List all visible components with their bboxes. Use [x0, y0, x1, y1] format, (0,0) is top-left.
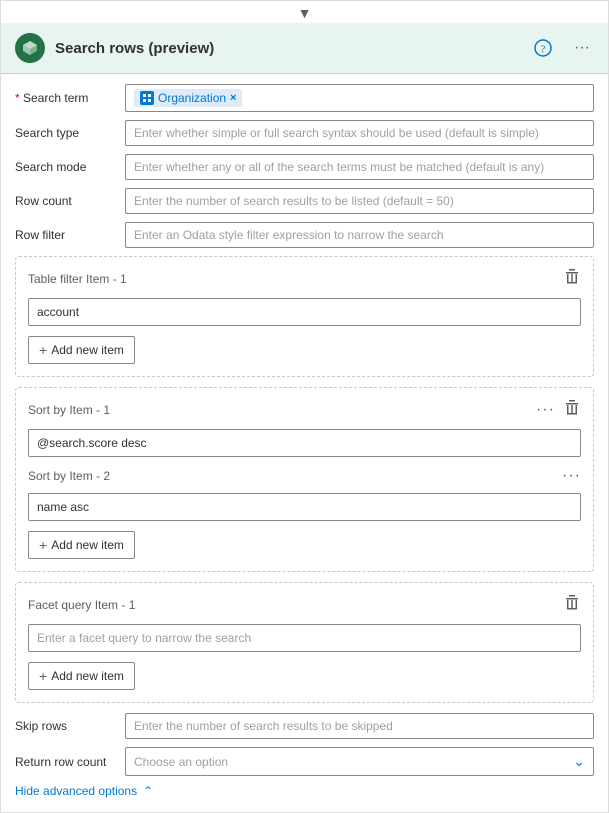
row-count-input[interactable] — [125, 188, 594, 214]
facet-query-actions — [563, 593, 581, 616]
facet-query-title: Facet query Item - 1 — [28, 598, 135, 612]
facet-query-input[interactable] — [28, 624, 581, 652]
add-btn-label: Add new item — [51, 343, 124, 357]
search-term-input[interactable]: Organization × — [125, 84, 594, 112]
skip-rows-label: Skip rows — [15, 719, 125, 733]
search-term-row: * Search term Organization × — [15, 84, 594, 112]
sort-add-plus-icon: + — [39, 537, 47, 553]
table-filter-section: Table filter Item - 1 — [15, 256, 594, 377]
sort-item-1-header: Sort by Item - 1 ··· — [28, 398, 581, 421]
panel-header: Search rows (preview) ? ··· — [1, 23, 608, 74]
tag-close-btn[interactable]: × — [230, 92, 236, 104]
main-panel: ▼ Search rows (preview) ? ·· — [0, 0, 609, 813]
search-type-row: Search type — [15, 120, 594, 146]
facet-query-header: Facet query Item - 1 — [28, 593, 581, 616]
search-mode-label: Search mode — [15, 160, 125, 174]
search-term-label: * Search term — [15, 91, 125, 105]
facet-query-section: Facet query Item - 1 — [15, 582, 594, 703]
add-plus-icon: + — [39, 342, 47, 358]
table-filter-header: Table filter Item - 1 — [28, 267, 581, 290]
sort-item-1-actions: ··· — [536, 398, 581, 421]
row-filter-input[interactable] — [125, 222, 594, 248]
organization-tag[interactable]: Organization × — [134, 89, 242, 107]
search-mode-row: Search mode — [15, 154, 594, 180]
sort-item-2-title: Sort by Item - 2 — [28, 469, 110, 483]
header-left: Search rows (preview) — [15, 33, 214, 63]
panel-body: * Search term Organization × — [1, 74, 608, 812]
sort-item-1-delete-btn[interactable] — [563, 398, 581, 421]
sort-item-2-dots-btn[interactable]: ··· — [562, 467, 581, 485]
row-filter-label: Row filter — [15, 228, 125, 242]
facet-query-delete-btn[interactable] — [563, 593, 581, 616]
app-icon — [15, 33, 45, 63]
help-button[interactable]: ? — [530, 37, 556, 59]
sort-add-btn[interactable]: + Add new item — [28, 531, 135, 559]
sort-item-1-title: Sort by Item - 1 — [28, 403, 110, 417]
row-filter-row: Row filter — [15, 222, 594, 248]
search-type-input[interactable] — [125, 120, 594, 146]
facet-query-add-btn[interactable]: + Add new item — [28, 662, 135, 690]
sort-add-btn-label: Add new item — [51, 538, 124, 552]
table-filter-input[interactable] — [28, 298, 581, 326]
hide-advanced-label: Hide advanced options — [15, 784, 137, 798]
row-count-label: Row count — [15, 194, 125, 208]
panel-title: Search rows (preview) — [55, 40, 214, 57]
facet-add-btn-label: Add new item — [51, 669, 124, 683]
chevron-down-icon: ⌄ — [573, 753, 585, 770]
return-row-count-select[interactable]: Choose an option ⌄ — [125, 747, 594, 776]
sort-item-2-actions: ··· — [562, 467, 581, 485]
tag-table-icon — [140, 91, 154, 105]
sort-item-2-input[interactable] — [28, 493, 581, 521]
facet-add-plus-icon: + — [39, 668, 47, 684]
sort-item-1-dots-btn[interactable]: ··· — [536, 401, 555, 419]
return-row-count-placeholder: Choose an option — [134, 755, 228, 769]
table-filter-actions — [563, 267, 581, 290]
skip-rows-input[interactable] — [125, 713, 594, 739]
table-filter-delete-btn[interactable] — [563, 267, 581, 290]
table-filter-add-btn[interactable]: + Add new item — [28, 336, 135, 364]
tag-text: Organization — [158, 91, 226, 105]
svg-text:?: ? — [541, 44, 546, 56]
chevron-up-icon: ⌃ — [143, 784, 153, 798]
sort-item-1-input[interactable] — [28, 429, 581, 457]
skip-rows-row: Skip rows — [15, 713, 594, 739]
row-count-row: Row count — [15, 188, 594, 214]
header-right: ? ··· — [530, 37, 594, 59]
hide-advanced-btn[interactable]: Hide advanced options ⌃ — [15, 784, 594, 798]
table-filter-title: Table filter Item - 1 — [28, 272, 127, 286]
search-type-label: Search type — [15, 126, 125, 140]
search-mode-input[interactable] — [125, 154, 594, 180]
more-button[interactable]: ··· — [570, 37, 594, 59]
return-row-count-row: Return row count Choose an option ⌄ — [15, 747, 594, 776]
connector-top: ▼ — [1, 1, 608, 23]
sort-section: Sort by Item - 1 ··· — [15, 387, 594, 572]
sort-item-2-header: Sort by Item - 2 ··· — [28, 467, 581, 485]
return-row-count-label: Return row count — [15, 755, 125, 769]
